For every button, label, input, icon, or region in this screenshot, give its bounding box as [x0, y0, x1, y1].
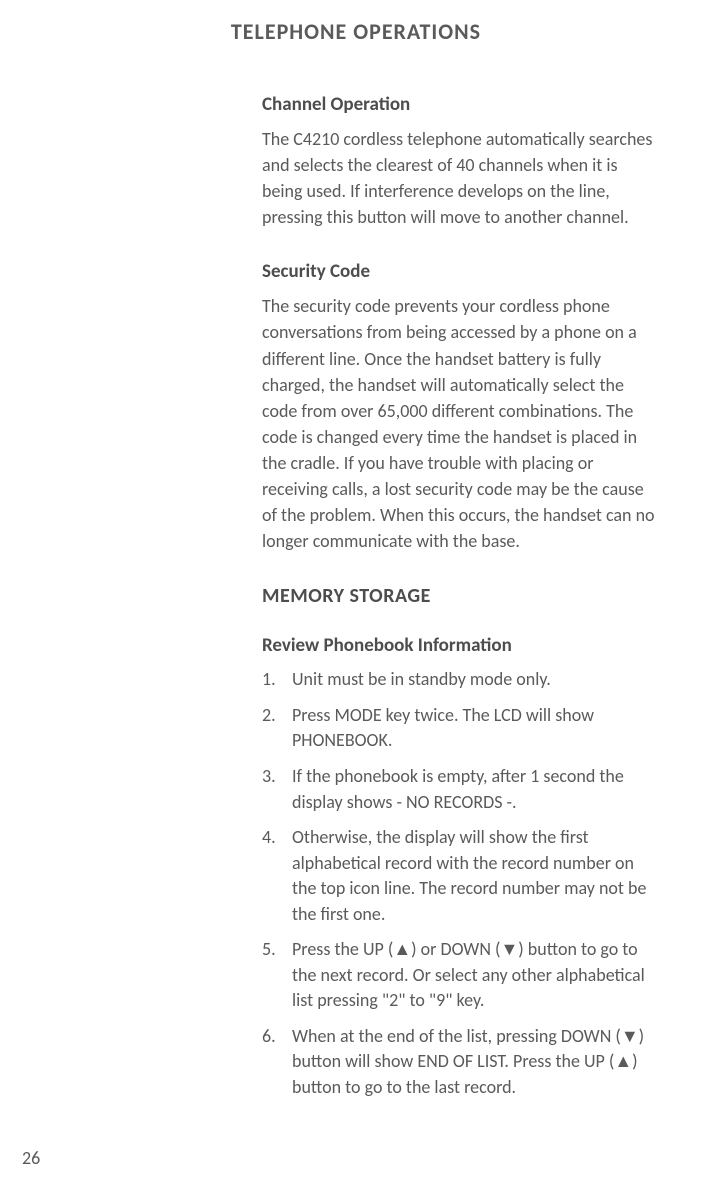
list-item: Press the UP (▲) or DOWN (▼) button to g…	[262, 937, 660, 1014]
heading-channel-operation: Channel Operation	[262, 93, 660, 116]
list-item: If the phonebook is empty, after 1 secon…	[262, 764, 660, 815]
body-security-code: The security code prevents your cordless…	[262, 293, 660, 554]
list-item: Otherwise, the display will show the fir…	[262, 825, 660, 927]
steps-list: Unit must be in standby mode only. Press…	[262, 667, 660, 1100]
content-area: Channel Operation The C4210 cordless tel…	[262, 93, 660, 1101]
heading-security-code: Security Code	[262, 260, 660, 283]
page-number: 26	[22, 1147, 40, 1169]
list-item: Press MODE key twice. The LCD will show …	[262, 703, 660, 754]
heading-memory-storage: MEMORY STORAGE	[262, 584, 660, 608]
page-title: TELEPHONE OPERATIONS	[0, 18, 712, 45]
heading-review-phonebook: Review Phonebook Information	[262, 634, 660, 657]
list-item: When at the end of the list, pressing DO…	[262, 1024, 660, 1101]
body-channel-operation: The C4210 cordless telephone automatical…	[262, 126, 660, 230]
list-item: Unit must be in standby mode only.	[262, 667, 660, 693]
